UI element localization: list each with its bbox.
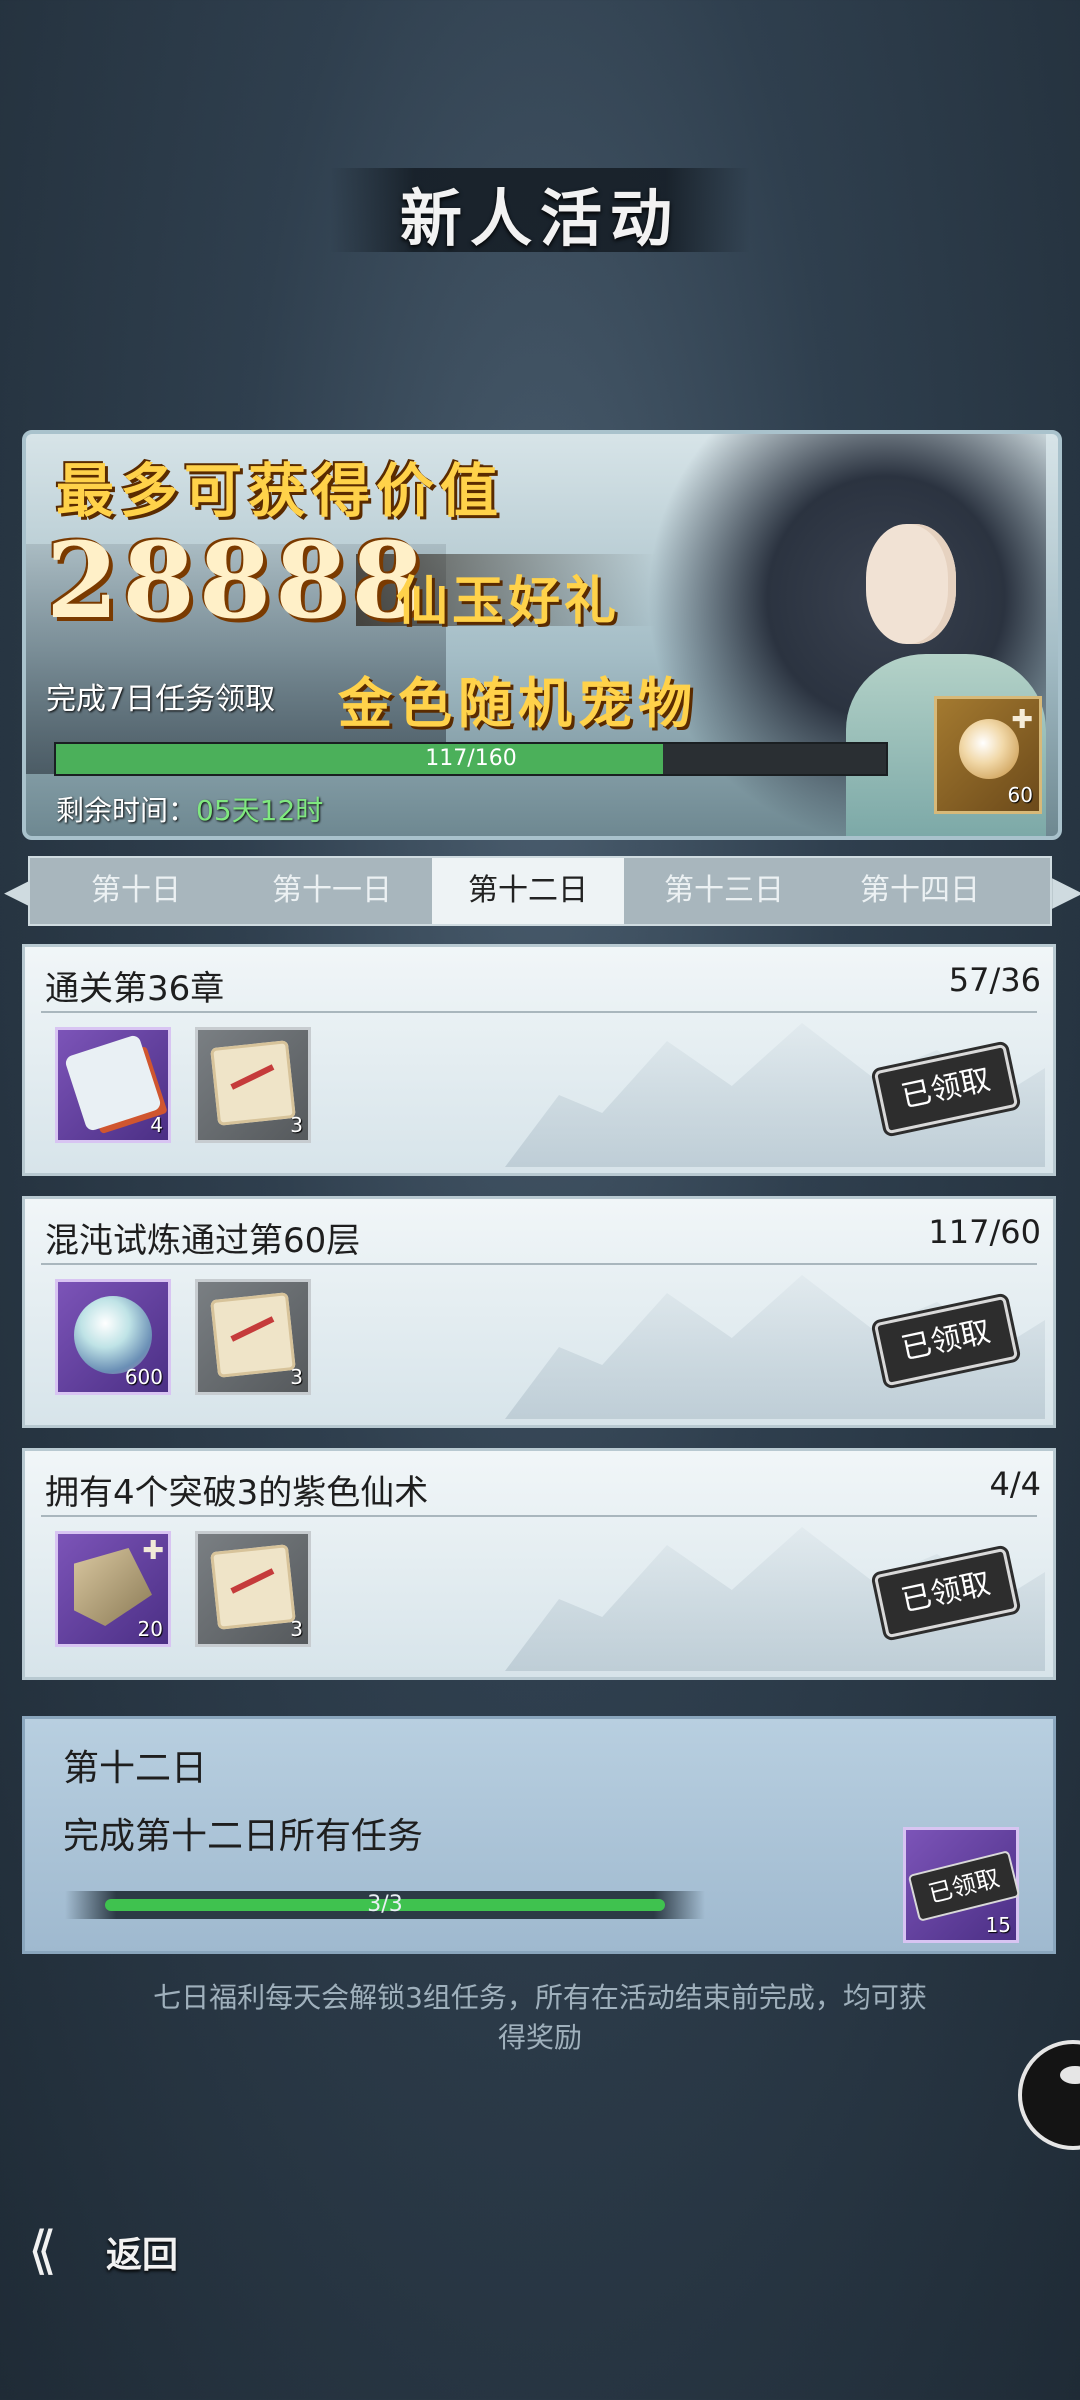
reward-item[interactable]: ✚ 20	[55, 1531, 171, 1647]
scroll-icon	[210, 1040, 296, 1126]
summary-reward-count: 15	[985, 1913, 1011, 1937]
spirit-orb-icon	[74, 1296, 152, 1374]
pet-egg-icon	[959, 719, 1019, 779]
banner-pet-reward: 金色随机宠物	[338, 671, 698, 735]
banner-amount-suffix: 仙玉好礼	[396, 571, 621, 632]
reward-count: 3	[290, 1113, 303, 1137]
task-progress: 4/4	[989, 1465, 1042, 1503]
remaining-time: 剩余时间：05天12时	[56, 789, 323, 829]
scroll-icon	[210, 1544, 296, 1630]
reward-count: 3	[290, 1365, 303, 1389]
tab-day-11[interactable]: 第十一日	[236, 858, 428, 924]
remaining-time-value: 05天12时	[196, 794, 324, 827]
tabs-left-arrow-icon[interactable]: ◀	[4, 860, 35, 922]
tabs-right-arrow-icon[interactable]: ▶	[1052, 860, 1080, 922]
promo-banner: 最多可获得价值 28888 仙玉好礼 完成7日任务领取 金色随机宠物 117/1…	[22, 430, 1062, 840]
remaining-time-label: 剩余时间：	[56, 794, 197, 827]
tab-day-10[interactable]: 第十日	[40, 858, 232, 924]
task-card: 通关第36章 57/36 4 3 已领取	[22, 944, 1056, 1176]
back-label: 返回	[106, 2234, 179, 2276]
puzzle-piece-icon: ✚	[1011, 705, 1033, 735]
reward-item[interactable]: 3	[195, 1279, 311, 1395]
total-progress-bar: 117/160	[54, 742, 888, 776]
banner-headline: 最多可获得价值	[56, 457, 505, 525]
task-title: 通关第36章	[45, 969, 225, 1009]
task-card: 拥有4个突破3的紫色仙术 4/4 ✚ 20 3 已领取	[22, 1448, 1056, 1680]
claimed-stamp: 已领取	[907, 1850, 1021, 1922]
tab-day-12[interactable]: 第十二日	[432, 858, 624, 924]
summary-progress-text: 3/3	[367, 1892, 403, 1917]
scroll-icon	[210, 1292, 296, 1378]
reward-item[interactable]: 4	[55, 1027, 171, 1143]
day-tabs: 第十日 第十一日 第十二日 第十三日 第十四日	[28, 856, 1052, 926]
task-progress: 57/36	[948, 961, 1041, 999]
task-divider	[41, 1515, 1037, 1517]
reward-count: 20	[137, 1617, 163, 1641]
talisman-icon	[63, 1033, 163, 1133]
reward-count: 3	[290, 1617, 303, 1641]
reward-item[interactable]: 3	[195, 1531, 311, 1647]
floating-menu-icon[interactable]	[1018, 2040, 1080, 2150]
final-reward-item[interactable]: ✚ 60	[934, 696, 1042, 814]
summary-description: 完成第十二日所有任务	[63, 1816, 424, 1857]
total-progress-text: 117/160	[425, 746, 517, 771]
task-title: 拥有4个突破3的紫色仙术	[45, 1473, 429, 1513]
character-face	[866, 524, 956, 644]
banner-amount: 28888	[46, 519, 428, 642]
back-arrow-icon: ⟪	[28, 2221, 57, 2281]
puzzle-piece-icon: ✚	[142, 1536, 164, 1566]
task-card: 混沌试炼通过第60层 117/60 600 3 已领取	[22, 1196, 1056, 1428]
page-title: 新人活动	[399, 182, 680, 255]
task-progress: 117/60	[928, 1213, 1041, 1251]
footer-note: 七日福利每天会解锁3组任务，所有在活动结束前完成，均可获得奖励	[153, 1981, 927, 2054]
final-reward-count: 60	[1007, 783, 1033, 807]
reward-item[interactable]: 600	[55, 1279, 171, 1395]
reward-count: 4	[150, 1113, 163, 1137]
summary-reward-item[interactable]: 已领取 15	[903, 1827, 1021, 1943]
reward-item[interactable]: 3	[195, 1027, 311, 1143]
banner-task-note: 完成7日任务领取	[46, 682, 276, 717]
back-button[interactable]: ⟪ 返回	[28, 2218, 238, 2284]
summary-day-label: 第十二日	[63, 1748, 208, 1789]
task-title: 混沌试炼通过第60层	[45, 1221, 361, 1261]
task-divider	[41, 1263, 1037, 1265]
task-divider	[41, 1011, 1037, 1013]
summary-progress-bar: 3/3	[65, 1891, 705, 1919]
reward-count: 600	[124, 1365, 163, 1389]
tab-day-13[interactable]: 第十三日	[628, 858, 820, 924]
tab-day-14[interactable]: 第十四日	[824, 858, 1016, 924]
map-fragment-icon	[74, 1548, 152, 1626]
page-header: 新人活动	[0, 150, 1080, 270]
day-summary-card: 第十二日 完成第十二日所有任务 3/3 已领取 15	[22, 1716, 1056, 1954]
